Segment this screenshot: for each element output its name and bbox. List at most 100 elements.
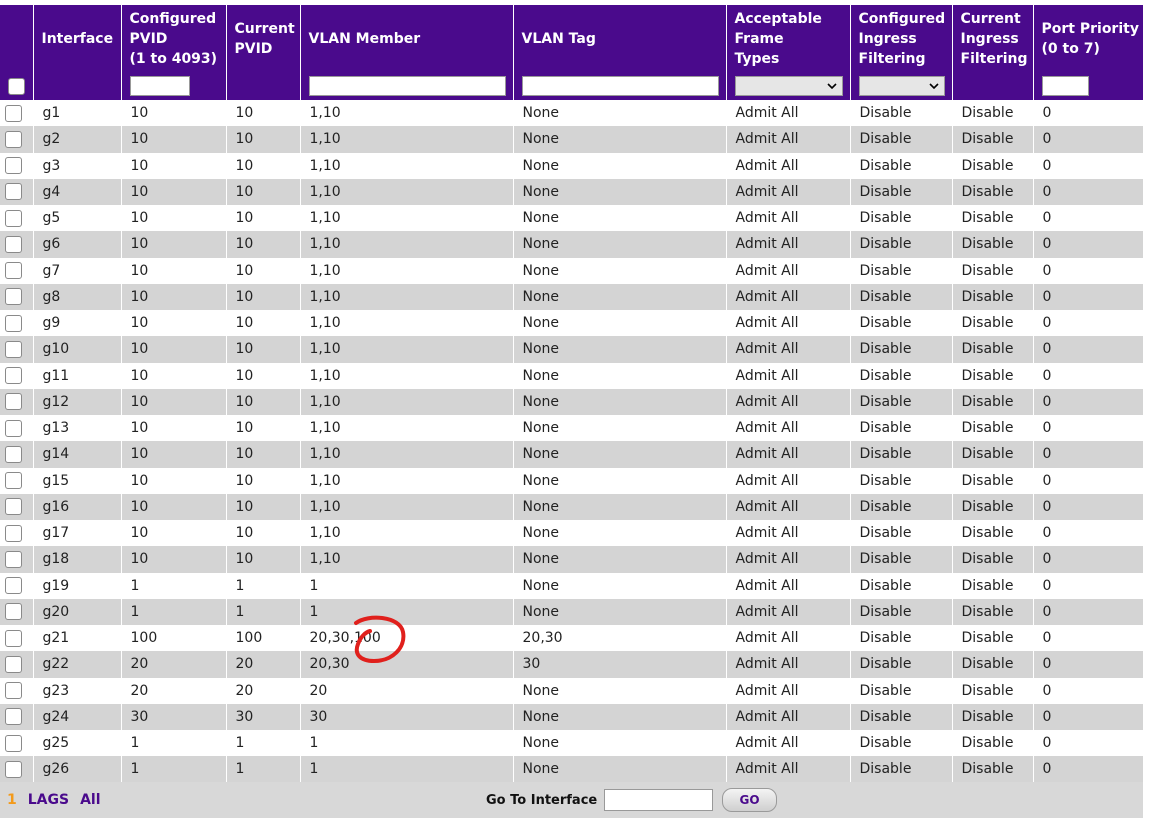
cell-vlan-tag: None [513, 336, 727, 363]
cell-vlan-member: 1,10 [300, 310, 514, 337]
row-checkbox[interactable] [5, 603, 22, 621]
cell-current-ingress: Disable [952, 100, 1034, 127]
col-vlan-tag[interactable]: VLAN Tag [513, 5, 727, 72]
all-link[interactable]: All [80, 792, 100, 808]
row-checkbox[interactable] [5, 472, 22, 490]
row-checkbox[interactable] [5, 235, 22, 253]
row-select-cell [0, 677, 34, 704]
row-checkbox[interactable] [5, 104, 22, 122]
header-select-cell [0, 5, 34, 72]
cell-port-priority: 0 [1033, 310, 1144, 337]
row-checkbox[interactable] [5, 288, 22, 306]
row-checkbox[interactable] [5, 393, 22, 411]
cell-frame-types: Admit All [726, 598, 851, 625]
cell-port-priority: 0 [1033, 651, 1144, 678]
cell-interface: g8 [33, 283, 122, 310]
cell-configured-pvid: 100 [121, 625, 227, 652]
cell-interface: g2 [33, 126, 122, 153]
table-row: g10 10 10 1,10 None Admit All Disable Disable 0 [0, 336, 1144, 363]
row-checkbox[interactable] [5, 183, 22, 201]
cell-port-priority: 0 [1033, 598, 1144, 625]
cell-configured-pvid: 10 [121, 546, 227, 573]
row-checkbox[interactable] [5, 445, 22, 463]
lags-link[interactable]: LAGS [28, 792, 69, 808]
col-acceptable-frame-types[interactable]: Acceptable Frame Types [726, 5, 851, 72]
cell-frame-types: Admit All [726, 441, 851, 468]
row-checkbox[interactable] [5, 708, 22, 726]
row-checkbox[interactable] [5, 524, 22, 542]
cell-configured-ingress: Disable [850, 467, 953, 494]
row-select-cell [0, 152, 34, 179]
cell-vlan-tag: None [513, 310, 727, 337]
cell-current-pvid: 10 [226, 520, 301, 547]
row-checkbox[interactable] [5, 577, 22, 595]
row-checkbox[interactable] [5, 629, 22, 647]
cell-frame-types: Admit All [726, 756, 851, 783]
cell-port-priority: 0 [1033, 205, 1144, 232]
cell-configured-ingress: Disable [850, 283, 953, 310]
table-row: g1 10 10 1,10 None Admit All Disable Disable 0 [0, 100, 1144, 127]
cell-frame-types: Admit All [726, 730, 851, 757]
acceptable-frame-types-select[interactable] [734, 76, 843, 96]
cell-vlan-member: 1,10 [300, 205, 514, 232]
cell-interface: g4 [33, 178, 122, 205]
col-configured-pvid[interactable]: Configured PVID (1 to 4093) [121, 5, 227, 72]
col-current-ingress-filtering[interactable]: Current Ingress Filtering [952, 5, 1034, 72]
row-checkbox[interactable] [5, 550, 22, 568]
cell-current-pvid: 1 [226, 572, 301, 599]
cell-port-priority: 0 [1033, 493, 1144, 520]
select-all-checkbox[interactable] [8, 77, 25, 95]
vlan-tag-input[interactable] [521, 76, 719, 96]
cell-frame-types: Admit All [726, 362, 851, 389]
col-vlan-member[interactable]: VLAN Member [300, 5, 514, 72]
go-button[interactable]: GO [722, 788, 777, 812]
cell-vlan-member: 1,10 [300, 336, 514, 363]
row-checkbox[interactable] [5, 498, 22, 516]
row-checkbox[interactable] [5, 734, 22, 752]
cell-frame-types: Admit All [726, 572, 851, 599]
row-select-cell [0, 467, 34, 494]
configured-ingress-filtering-select[interactable] [858, 76, 945, 96]
row-checkbox[interactable] [5, 419, 22, 437]
cell-port-priority: 0 [1033, 126, 1144, 153]
cell-configured-ingress: Disable [850, 677, 953, 704]
cell-configured-ingress: Disable [850, 598, 953, 625]
cell-frame-types: Admit All [726, 100, 851, 127]
select-all-cell [0, 72, 34, 100]
cell-configured-ingress: Disable [850, 388, 953, 415]
cell-current-ingress: Disable [952, 336, 1034, 363]
cell-configured-pvid: 10 [121, 362, 227, 389]
row-checkbox[interactable] [5, 682, 22, 700]
cell-current-ingress: Disable [952, 493, 1034, 520]
cell-vlan-tag: None [513, 205, 727, 232]
row-checkbox[interactable] [5, 262, 22, 280]
vlan-member-input[interactable] [308, 76, 506, 96]
cell-frame-types: Admit All [726, 231, 851, 258]
cell-interface: g13 [33, 415, 122, 442]
cell-frame-types: Admit All [726, 415, 851, 442]
col-interface[interactable]: Interface [33, 5, 122, 72]
col-port-priority[interactable]: Port Priority (0 to 7) [1033, 5, 1144, 72]
row-select-cell [0, 362, 34, 389]
cell-vlan-member: 1,10 [300, 126, 514, 153]
row-checkbox[interactable] [5, 209, 22, 227]
row-checkbox[interactable] [5, 367, 22, 385]
cell-current-ingress: Disable [952, 756, 1034, 783]
row-checkbox[interactable] [5, 655, 22, 673]
col-current-pvid[interactable]: Current PVID [226, 5, 301, 72]
cell-frame-types: Admit All [726, 651, 851, 678]
row-checkbox[interactable] [5, 314, 22, 332]
port-priority-input[interactable] [1041, 76, 1089, 96]
row-checkbox[interactable] [5, 760, 22, 778]
row-checkbox[interactable] [5, 340, 22, 358]
cell-interface: g3 [33, 152, 122, 179]
col-configured-ingress-filtering[interactable]: Configured Ingress Filtering [850, 5, 953, 72]
cell-frame-types: Admit All [726, 283, 851, 310]
page-number[interactable]: 1 [7, 792, 17, 808]
cell-interface: g20 [33, 598, 122, 625]
row-checkbox[interactable] [5, 130, 22, 148]
goto-interface-input[interactable] [604, 789, 713, 811]
cell-interface: g25 [33, 730, 122, 757]
row-checkbox[interactable] [5, 157, 22, 175]
configured-pvid-input[interactable] [129, 76, 190, 96]
